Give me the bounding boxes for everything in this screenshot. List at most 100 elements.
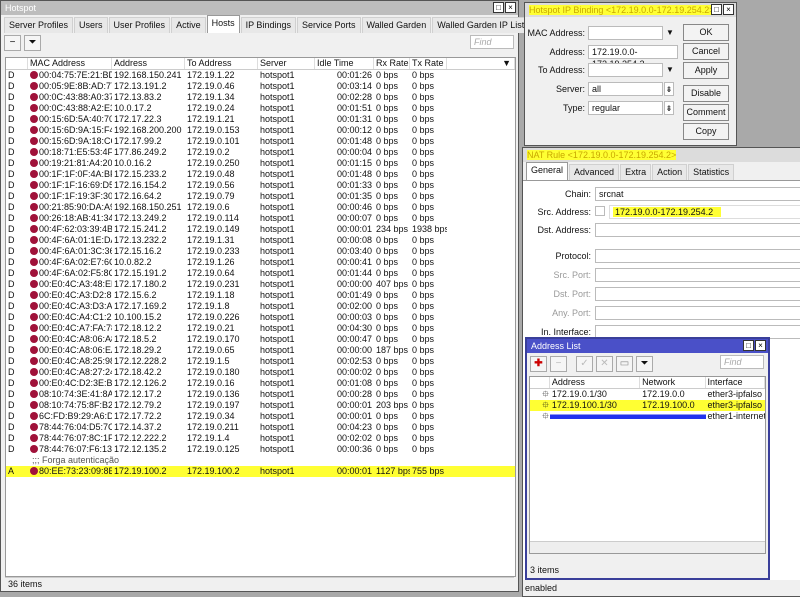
dst-address-field[interactable] [595,223,800,237]
table-row[interactable]: D 00:E0:4C:A3:D2:89 172.15.6.2 172.19.1.18 h… [6,290,515,301]
column-header[interactable]: Address [112,58,185,69]
column-chooser-icon[interactable]: ▼ [447,58,515,69]
address-field[interactable]: 172.19.0.0-172.19.254.2 [588,45,678,69]
tab-action[interactable]: Action [652,164,688,180]
column-header[interactable]: MAC Address [28,58,112,69]
table-row[interactable]: D 00:26:18:AB:41:34 172.13.249.2 172.19.0.1… [6,213,515,224]
table-row[interactable]: D 00:1F:1F:0F:4A:BF 172.15.233.2 172.19.0.4… [6,169,515,180]
table-row[interactable]: D 00:1F:1F:19:3F:30 172.16.64.2 172.19.0.79… [6,191,515,202]
column-interface[interactable]: Interface [706,377,765,388]
tab-active[interactable]: Active [171,17,206,33]
find-input[interactable]: Find [470,35,514,49]
add-button[interactable]: ✚ [530,356,547,372]
tab-ip-bindings[interactable]: IP Bindings [240,17,296,33]
close-icon[interactable]: × [505,2,516,13]
table-row[interactable]: D 00:0C:43:88:A2:E3 10.0.17.2 172.19.0.24 ho… [6,103,515,114]
src-port-field[interactable] [595,268,800,282]
table-row[interactable]: D 00:E0:4C:A8:27:24 172.18.42.2 172.19.0.18… [6,367,515,378]
tab-walled-garden-ip-list[interactable]: Walled Garden IP List [432,17,530,33]
table-row[interactable]: ⯐ 172.19.100.1/30 172.19.100.0 ether3-ipfal… [530,400,765,411]
table-row[interactable]: D 00:15:6D:5A:40:70 172.17.22.3 172.19.1.21… [6,114,515,125]
src-address-field[interactable]: 172.19.0.0-172.19.254.2 [609,205,800,219]
maximize-icon[interactable]: □ [711,4,722,15]
table-row[interactable]: D 00:E0:4C:A4:C1:22 10.100.15.2 172.19.0.22… [6,312,515,323]
table-row[interactable]: D 78:44:76:04:D5:7C 172.14.37.2 172.19.0.21… [6,422,515,433]
tab-extra[interactable]: Extra [620,164,652,180]
table-row[interactable]: D 00:15:6D:9A:18:CC 172.17.99.2 172.19.0.10… [6,136,515,147]
table-row[interactable]: D 00:21:85:90:DA:A9 192.168.150.251 172.19.… [6,202,515,213]
column-header[interactable]: Rx Rate [374,58,410,69]
table-row[interactable]: D 00:E0:4C:A3:D3:A9 172.17.169.2 172.19.1.8… [6,301,515,312]
tab-user-profiles[interactable]: User Profiles [108,17,171,33]
close-icon[interactable]: × [755,340,766,351]
table-row[interactable]: D 00:1F:1F:16:69:D5 172.16.154.2 172.19.0.5… [6,180,515,191]
column-network[interactable]: Network [640,377,706,388]
table-row[interactable]: D 00:E0:4C:D2:3E:B5 172.12.126.2 172.19.0.1… [6,378,515,389]
filter-button[interactable]: ⏷ [24,35,41,51]
column-header[interactable]: To Address [185,58,258,69]
to-address-dropdown-icon[interactable]: ▼ [665,63,675,77]
column-header[interactable]: Server [258,58,315,69]
column-address[interactable]: Address [550,377,641,388]
table-row[interactable]: D 78:44:76:07:F6:13 172.12.135.2 172.19.0.1… [6,444,515,455]
table-row[interactable]: D 00:19:21:81:A4:20 10.0.16.2 172.19.0.250 h… [6,158,515,169]
table-row[interactable]: ⯐ ether1-internet [530,411,765,422]
table-row[interactable]: D 00:18:71:E5:53:4F 177.86.249.2 172.19.0.2… [6,147,515,158]
server-dropdown-icon[interactable]: ⇟ [664,82,674,96]
mac-address-field[interactable] [588,26,663,40]
table-row[interactable]: D 00:4F:6A:02:E7:6C 10.0.82.2 172.19.1.26 ho… [6,257,515,268]
type-select[interactable]: regular [588,101,663,115]
table-row[interactable]: D 00:4F:6A:01:1E:DA 172.13.232.2 172.19.1.3… [6,235,515,246]
ok-button[interactable]: OK [683,24,729,41]
table-row[interactable]: D 00:05:9E:8B:AD:77 172.13.191.2 172.19.0.4… [6,81,515,92]
server-select[interactable]: all [588,82,663,96]
src-negate-checkbox[interactable] [595,206,605,216]
table-row[interactable]: D 00:E0:4C:A8:06:EA 172.18.29.2 172.19.0.65… [6,345,515,356]
table-row[interactable]: D 00:4F:6A:01:3C:36 172.15.16.2 172.19.0.23… [6,246,515,257]
table-row[interactable]: D 00:E0:4C:A3:48:EF 172.17.180.2 172.19.0.2… [6,279,515,290]
table-row[interactable]: ⯐ 172.19.0.1/30 172.19.0.0 ether3-ipfalso [530,389,765,400]
disable-button[interactable]: ✕ [596,356,613,372]
remove-button[interactable]: − [4,35,21,51]
table-row[interactable]: D 00:E0:4C:A8:25:98 172.12.228.2 172.19.1.5… [6,356,515,367]
enable-button[interactable]: ✓ [576,356,593,372]
chain-field[interactable]: srcnat [595,187,800,201]
tab-general[interactable]: General [526,162,569,180]
table-row[interactable]: A 80:EE:73:23:09:8B 172.19.100.2 172.19.100… [6,466,515,477]
table-row[interactable]: D 00:04:75:7E:21:BD 192.168.150.241 172.19.… [6,70,515,81]
comment-button[interactable]: Comment [683,104,729,121]
tab-service-ports[interactable]: Service Ports [296,17,361,33]
type-dropdown-icon[interactable]: ⇟ [664,101,674,115]
table-row[interactable]: D 00:0C:43:88:A0:37 172.13.83.2 172.19.1.34… [6,92,515,103]
tab-advanced[interactable]: Advanced [569,164,620,180]
disable-button[interactable]: Disable [683,85,729,102]
table-row[interactable]: D 00:4F:6A:02:F5:8C 172.15.191.2 172.19.0.6… [6,268,515,279]
table-row[interactable]: D 00:15:6D:9A:15:F4 192.168.200.200 172.19.… [6,125,515,136]
mac-dropdown-icon[interactable]: ▼ [665,26,675,40]
protocol-field[interactable] [595,249,800,263]
copy-button[interactable]: Copy [683,123,729,140]
table-row[interactable]: D 00:E0:4C:A7:FA:78 172.18.12.2 172.19.0.21… [6,323,515,334]
tab-walled-garden[interactable]: Walled Garden [361,17,432,33]
column-header[interactable]: Tx Rate [410,58,447,69]
tab-hosts[interactable]: Hosts [206,15,240,33]
table-row[interactable]: D 6C:FD:B9:29:A6:D8 172.17.72.2 172.19.0.34… [6,411,515,422]
any-port-field[interactable] [595,306,800,320]
table-row[interactable]: D 00:4F:62:03:39:4B 172.15.241.2 172.19.0.1… [6,224,515,235]
apply-button[interactable]: Apply [683,62,729,79]
table-row[interactable]: D 00:E0:4C:A8:06:A8 172.18.5.2 172.19.0.170… [6,334,515,345]
filter-button[interactable]: ⏷ [636,356,653,372]
comment-button[interactable]: ▭ [616,356,633,372]
to-address-field[interactable] [588,63,663,77]
cancel-button[interactable]: Cancel [683,43,729,60]
tab-users[interactable]: Users [74,17,108,33]
table-row[interactable]: D 08:10:74:3E:41:8A 172.12.17.2 172.19.0.13… [6,389,515,400]
maximize-icon[interactable]: □ [493,2,504,13]
horizontal-scrollbar[interactable] [530,541,765,553]
table-row[interactable]: D 08:10:74:75:8F:B2 172.12.79.2 172.19.0.19… [6,400,515,411]
remove-button[interactable]: − [550,356,567,372]
maximize-icon[interactable]: □ [743,340,754,351]
find-input[interactable]: Find [720,355,764,369]
table-row[interactable]: D 78:44:76:07:8C:1F 172.12.222.2 172.19.1.4… [6,433,515,444]
close-icon[interactable]: × [723,4,734,15]
